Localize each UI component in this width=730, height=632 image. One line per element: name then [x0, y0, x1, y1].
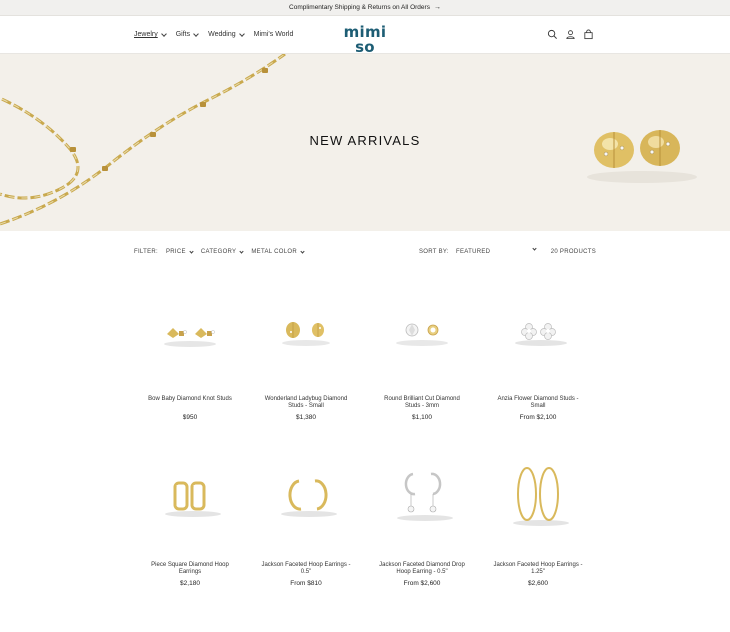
chevron-down-icon: [160, 30, 167, 37]
filter-category-dropdown[interactable]: CATEGORY: [200, 248, 244, 255]
product-image[interactable]: [138, 278, 242, 382]
announcement-bar[interactable]: Complimentary Shipping & Returns on All …: [0, 0, 730, 16]
product-image[interactable]: [486, 278, 590, 382]
arrow-right-icon: →: [433, 4, 441, 11]
logo-wordmark: mimi so: [343, 23, 387, 56]
product-count: 20 PRODUCTS: [550, 249, 596, 255]
chevron-down-icon: [300, 248, 305, 254]
product-image[interactable]: [486, 444, 590, 548]
filter-price-dropdown[interactable]: PRICE: [166, 248, 194, 255]
nav-item-wedding[interactable]: Wedding: [208, 30, 245, 38]
product-card[interactable]: Bow Baby Diamond Knot Studs $950: [138, 278, 242, 421]
nav-item-label: Jewelry: [134, 31, 158, 38]
product-image[interactable]: [370, 444, 474, 548]
product-name[interactable]: Jackson Faceted Diamond Drop Hoop Earrin…: [370, 562, 474, 576]
product-name[interactable]: Anzia Flower Diamond Studs - Small: [486, 396, 590, 410]
chevron-down-icon: [532, 246, 537, 251]
filter-group: FILTER: PRICE CATEGORY METAL COLOR: [134, 248, 305, 255]
product-name[interactable]: Jackson Faceted Hoop Earrings - 1.25": [486, 562, 590, 576]
product-name[interactable]: Bow Baby Diamond Knot Studs: [138, 396, 242, 410]
product-image[interactable]: [370, 278, 474, 382]
account-icon[interactable]: [565, 29, 576, 40]
product-price: $1,380: [296, 414, 316, 421]
site-header: Jewelry Gifts Wedding Mimi's World mimi …: [0, 16, 730, 61]
filter-category-label: CATEGORY: [200, 249, 237, 255]
filter-metal-color-label: METAL COLOR: [251, 249, 298, 255]
product-card[interactable]: Anzia Flower Diamond Studs - Small From …: [486, 278, 590, 421]
announcement-text[interactable]: Complimentary Shipping & Returns on All …: [289, 4, 430, 11]
product-card[interactable]: Round Brilliant Cut Diamond Studs - 3mm …: [370, 278, 474, 421]
product-price: $2,180: [180, 580, 200, 587]
sort-label: SORT BY:: [419, 249, 449, 255]
product-card[interactable]: Jackson Faceted Hoop Earrings - 0.5" Fro…: [254, 444, 358, 587]
header-icons: [547, 29, 594, 40]
product-name[interactable]: Piece Square Diamond Hoop Earrings: [138, 562, 242, 576]
product-image[interactable]: [254, 278, 358, 382]
chevron-down-icon: [238, 30, 245, 37]
sort-value: FEATURED: [456, 249, 491, 255]
sort-select[interactable]: FEATURED: [456, 246, 537, 255]
nav-item-gifts[interactable]: Gifts: [175, 30, 199, 38]
chevron-down-icon: [193, 30, 199, 37]
product-card[interactable]: Wonderland Ladybug Diamond Studs - Small…: [254, 278, 358, 421]
nav-item-jewelry[interactable]: Jewelry: [134, 30, 167, 38]
filter-bar: FILTER: PRICE CATEGORY METAL COLOR SORT …: [134, 246, 596, 259]
nav-item-label: Wedding: [208, 31, 236, 38]
cart-icon[interactable]: [583, 29, 594, 40]
ladybug-earrings-image: [587, 130, 697, 183]
product-price: $1,100: [412, 414, 432, 421]
product-price: From $2,600: [403, 580, 441, 587]
product-name[interactable]: Round Brilliant Cut Diamond Studs - 3mm: [370, 396, 474, 410]
product-price: $2,600: [528, 580, 548, 587]
product-image[interactable]: [254, 444, 358, 548]
chevron-down-icon: [239, 248, 244, 254]
product-image[interactable]: [138, 444, 242, 548]
filter-metal-color-dropdown[interactable]: METAL COLOR: [251, 248, 305, 255]
product-card[interactable]: Jackson Faceted Hoop Earrings - 1.25" $2…: [486, 444, 590, 587]
product-name[interactable]: Wonderland Ladybug Diamond Studs - Small: [254, 396, 358, 410]
filter-price-label: PRICE: [166, 249, 186, 255]
product-price: $950: [182, 414, 198, 421]
chevron-down-icon: [189, 248, 194, 254]
nav-item-mimis-world[interactable]: Mimi's World: [254, 31, 294, 38]
product-card[interactable]: Piece Square Diamond Hoop Earrings $2,18…: [138, 444, 242, 587]
hero-banner: NEW ARRIVALS: [0, 54, 730, 231]
product-price: From $810: [290, 580, 322, 587]
product-name[interactable]: Jackson Faceted Hoop Earrings - 0.5": [254, 562, 358, 576]
main-nav: Jewelry Gifts Wedding Mimi's World: [134, 30, 294, 38]
product-price: From $2,100: [519, 414, 557, 421]
filter-label: FILTER:: [134, 249, 158, 255]
nav-item-label: Gifts: [175, 31, 191, 38]
search-icon[interactable]: [547, 29, 558, 40]
product-card[interactable]: Jackson Faceted Diamond Drop Hoop Earrin…: [370, 444, 474, 587]
nav-item-label: Mimi's World: [253, 31, 294, 38]
